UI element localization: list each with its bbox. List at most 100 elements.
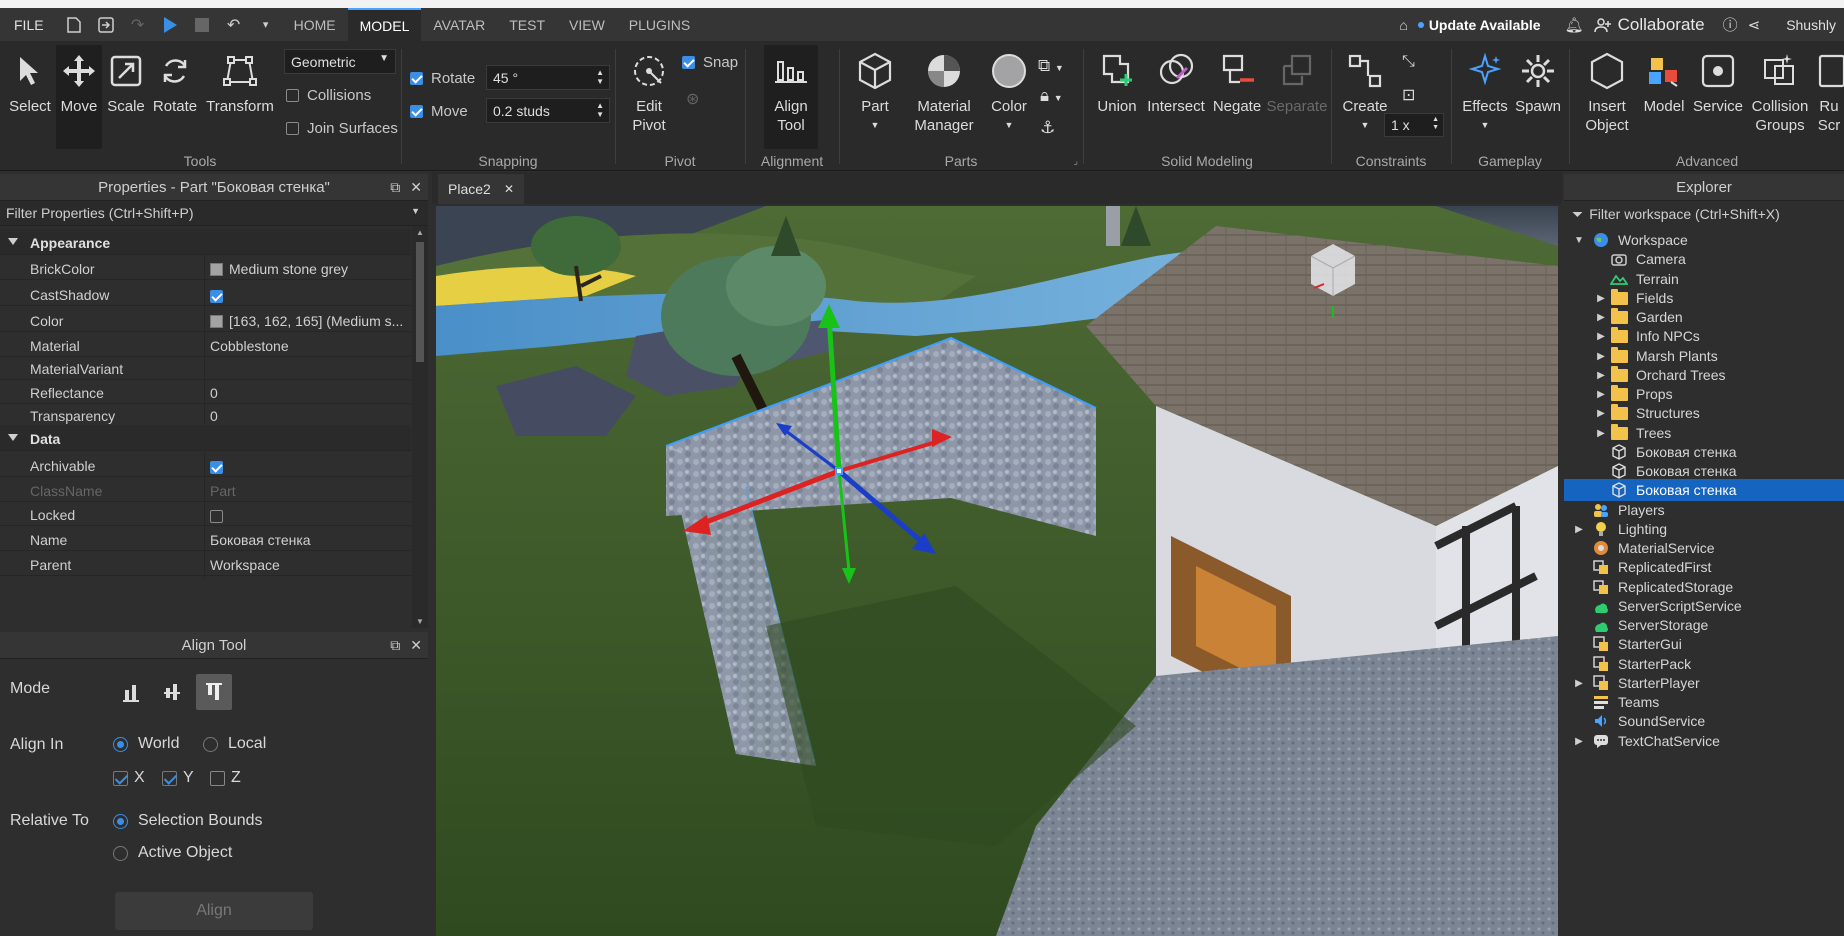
spinner-icon[interactable]: ▲ ▼ — [596, 101, 604, 119]
attachment-icon[interactable]: ⤡ — [1402, 53, 1415, 71]
rotate-snap-toggle[interactable]: Rotate — [410, 70, 475, 87]
property-row[interactable]: Name Боковая стенка — [0, 526, 411, 554]
property-checkbox[interactable] — [210, 290, 223, 304]
align-min-mode-button[interactable] — [113, 674, 149, 710]
property-value[interactable]: Part — [210, 483, 410, 499]
property-row[interactable]: CastShadow — [0, 281, 411, 309]
property-value[interactable] — [210, 507, 410, 524]
property-row[interactable]: Reflectance 0 — [0, 379, 411, 407]
scale-button[interactable]: Scale — [104, 45, 148, 116]
local-option[interactable]: Local — [203, 735, 266, 753]
separate-button[interactable]: Separate — [1266, 45, 1328, 116]
property-value[interactable]: Cobblestone — [210, 338, 410, 354]
file-menu[interactable]: FILE — [0, 17, 58, 33]
transform-button[interactable]: Transform — [204, 45, 276, 116]
explorer-item[interactable]: ▶ TextChatService — [1564, 730, 1844, 752]
expand-arrow-icon[interactable]: ▶ — [1572, 524, 1586, 535]
scroll-up-icon[interactable]: ▲ — [416, 228, 424, 237]
expand-arrow-icon[interactable]: ▼ — [1572, 235, 1586, 246]
collisions-toggle[interactable]: Collisions — [286, 87, 371, 104]
spinner-icon[interactable]: ▲ ▼ — [596, 68, 604, 86]
user-name[interactable]: Shushly — [1786, 17, 1836, 33]
world-radio[interactable] — [113, 736, 128, 752]
y-checkbox[interactable] — [162, 770, 177, 786]
color-button[interactable]: Color ▼ — [988, 45, 1030, 135]
explorer-item[interactable]: SoundService — [1564, 710, 1844, 732]
group-icon[interactable]: ⧉ ▼ — [1038, 51, 1064, 83]
property-row[interactable]: ClassName Part — [0, 477, 411, 505]
property-value[interactable]: Боковая стенка — [210, 532, 410, 548]
close-icon[interactable]: ✕ — [504, 182, 514, 196]
property-value[interactable]: Medium stone grey — [210, 261, 410, 277]
expand-arrow-icon[interactable]: ▶ — [1594, 370, 1608, 381]
undock-icon[interactable]: ⧉ — [390, 179, 400, 196]
share-icon[interactable]: ⋖ — [1748, 16, 1761, 34]
x-axis-option[interactable]: X — [113, 769, 145, 787]
property-value[interactable]: Workspace — [210, 557, 410, 573]
property-row[interactable]: MaterialVariant — [0, 355, 411, 383]
move-button[interactable]: Move — [56, 45, 102, 149]
constraint-scale-input[interactable]: 1 x ▲ ▼ — [1384, 113, 1444, 137]
pivot-target-icon[interactable]: ⊛ — [686, 89, 699, 109]
collision-groups-button[interactable]: Collision Groups — [1750, 45, 1810, 135]
expand-arrow-icon[interactable]: ▶ — [1594, 351, 1608, 362]
join-surfaces-toggle[interactable]: Join Surfaces — [286, 120, 398, 137]
tab-model[interactable]: MODEL — [347, 8, 422, 41]
spawn-button[interactable]: Spawn — [1512, 45, 1564, 116]
effects-button[interactable]: Effects ▼ — [1458, 45, 1512, 135]
import-icon[interactable] — [93, 12, 119, 38]
z-checkbox[interactable] — [210, 770, 225, 786]
selection-bounds-option[interactable]: Selection Bounds — [113, 812, 263, 830]
property-value[interactable] — [210, 458, 410, 475]
explorer-item[interactable]: Camera — [1564, 248, 1844, 270]
viewport-scene[interactable] — [436, 206, 1558, 936]
new-file-icon[interactable] — [61, 12, 87, 38]
selection-bounds-radio[interactable] — [113, 813, 128, 829]
undo-icon[interactable]: ↶ — [221, 12, 247, 38]
lock-icon[interactable]: 🔒︎ ▼ — [1040, 81, 1063, 113]
property-row[interactable]: Color [163, 162, 165] (Medium s... — [0, 307, 411, 335]
property-row[interactable]: Parent Workspace — [0, 551, 411, 579]
weld-icon[interactable]: ⊡ — [1402, 85, 1415, 105]
expand-triangle-icon[interactable] — [8, 238, 18, 245]
explorer-item[interactable]: ▶ Info NPCs — [1564, 325, 1844, 347]
expand-arrow-icon[interactable]: ▶ — [1594, 408, 1608, 419]
rotate-snap-checkbox[interactable] — [410, 72, 423, 85]
model-button[interactable]: Model — [1640, 45, 1688, 116]
negate-button[interactable]: Negate — [1210, 45, 1264, 116]
y-axis-option[interactable]: Y — [162, 769, 194, 787]
service-button[interactable]: Service — [1690, 45, 1746, 116]
align-max-mode-button[interactable] — [196, 674, 232, 710]
property-value[interactable]: [163, 162, 165] (Medium s... — [210, 313, 410, 329]
property-row[interactable]: Material Cobblestone — [0, 332, 411, 360]
property-checkbox[interactable] — [210, 461, 223, 475]
move-snap-toggle[interactable]: Move — [410, 103, 468, 120]
spinner-icon[interactable]: ▲ ▼ — [1432, 116, 1439, 132]
close-icon[interactable]: ✕ — [410, 179, 422, 196]
home-icon[interactable]: ⌂ — [1399, 17, 1407, 33]
insert-object-button[interactable]: Insert Object — [1576, 45, 1638, 135]
tab-view[interactable]: VIEW — [557, 8, 617, 41]
tab-avatar[interactable]: AVATAR — [421, 8, 497, 41]
stop-icon[interactable] — [189, 12, 215, 38]
tab-plugins[interactable]: PLUGINS — [617, 8, 702, 41]
collaborate-button[interactable]: Collaborate — [1593, 15, 1705, 35]
run-script-button[interactable]: Ru Scr — [1814, 45, 1844, 135]
collisions-checkbox[interactable] — [286, 89, 299, 102]
property-value[interactable]: 0 — [210, 385, 410, 401]
property-row[interactable]: Archivable — [0, 452, 411, 480]
property-row[interactable]: BrickColor Medium stone grey — [0, 255, 411, 283]
align-tool-button[interactable]: Align Tool — [764, 45, 818, 149]
properties-scrollbar[interactable]: ▲ ▼ — [412, 226, 428, 628]
explorer-item[interactable]: Боковая стенка — [1564, 479, 1844, 501]
anchor-icon[interactable]: ⚓︎ — [1040, 113, 1055, 143]
expand-arrow-icon[interactable]: ▶ — [1594, 293, 1608, 304]
close-icon[interactable]: ✕ — [410, 637, 422, 654]
bell-icon[interactable]: 🔔︎ — [1565, 16, 1584, 34]
expand-arrow-icon[interactable]: ▶ — [1594, 331, 1608, 342]
expand-arrow-icon[interactable]: ▶ — [1594, 428, 1608, 439]
move-snap-checkbox[interactable] — [410, 105, 423, 118]
property-checkbox[interactable] — [210, 510, 223, 524]
tab-home[interactable]: HOME — [282, 8, 348, 41]
pivot-snap-checkbox[interactable] — [682, 56, 695, 69]
